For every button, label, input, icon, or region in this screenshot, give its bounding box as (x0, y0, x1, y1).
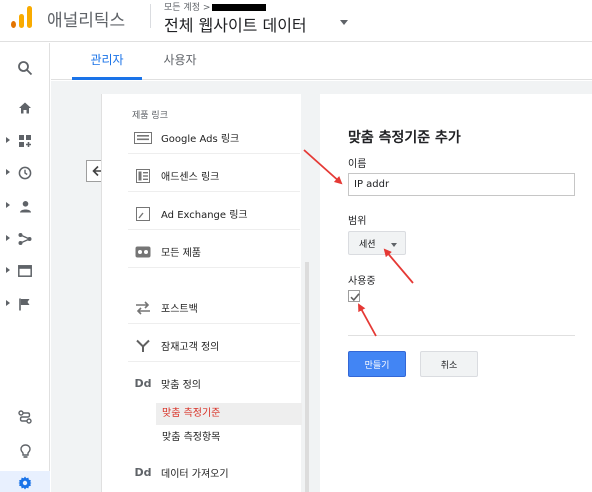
expand-arrow-icon (6, 300, 10, 306)
name-label: 이름 (348, 159, 367, 170)
analytics-logo-icon[interactable] (11, 6, 33, 28)
nav-item-label: 잠재고객 정의 (161, 342, 220, 353)
checkmark-icon (350, 293, 360, 302)
google-ads-icon (133, 129, 153, 147)
realtime-button[interactable] (0, 161, 50, 185)
expand-arrow-icon (6, 235, 10, 241)
view-selector[interactable]: 전체 웹사이트 데이터 (164, 12, 307, 36)
form-divider (348, 335, 575, 336)
dashboard-icon (18, 134, 31, 147)
behavior-icon (18, 265, 32, 277)
section-label-product-links: 제품 링크 (132, 111, 168, 121)
postback-icon (133, 299, 153, 317)
nav-item-google-ads-links[interactable]: Google Ads 링크 (128, 122, 300, 154)
audience-button[interactable] (0, 194, 50, 218)
person-icon (19, 200, 31, 212)
active-label: 사용중 (348, 276, 376, 287)
gear-icon (18, 476, 32, 490)
custom-definitions-icon: Dd (134, 376, 152, 390)
nav-scrollbar[interactable] (305, 262, 309, 492)
form-title: 맞춤 측정기준 추가 (348, 130, 461, 146)
admin-button[interactable] (0, 471, 50, 492)
data-import-icon: Dd (134, 465, 152, 479)
nav-item-label: 맞춤 정의 (161, 379, 201, 391)
nav-item-label: Ad Exchange 링크 (161, 210, 248, 221)
top-header: 애널리틱스 모든 계정 > 전체 웹사이트 데이터 (0, 0, 592, 42)
nav-item-data-import[interactable]: Dd 데이터 가져오기 (128, 456, 300, 488)
cancel-button[interactable]: 취소 (420, 351, 478, 377)
create-button[interactable]: 만들기 (348, 351, 406, 377)
name-input[interactable] (348, 173, 575, 196)
tab-user[interactable]: 사용자 (147, 43, 213, 80)
tab-admin[interactable]: 관리자 (72, 43, 142, 80)
nav-item-all-products[interactable]: 모든 제품 (128, 236, 300, 268)
nav-item-ad-exchange-links[interactable]: Ad Exchange 링크 (128, 198, 300, 230)
view-dropdown-icon[interactable] (340, 20, 348, 25)
active-checkbox[interactable] (348, 290, 360, 302)
nav-item-label: 포스트백 (161, 304, 198, 315)
expand-arrow-icon (6, 267, 10, 273)
app-name: 애널리틱스 (47, 11, 126, 31)
redacted-account-name (212, 4, 267, 11)
home-button[interactable] (0, 96, 50, 120)
nav-item-label: 애드센스 링크 (161, 172, 220, 183)
expand-arrow-icon (6, 137, 10, 143)
ad-exchange-icon (133, 205, 153, 223)
discover-button[interactable] (0, 405, 50, 429)
adsense-icon (133, 167, 153, 185)
acquisition-icon (18, 233, 32, 245)
discover-icon (18, 410, 32, 424)
flag-icon (19, 298, 30, 310)
nav-item-postbacks[interactable]: 포스트백 (128, 292, 300, 324)
lightbulb-icon (19, 443, 31, 458)
nav-item-label: Google Ads 링크 (161, 134, 240, 145)
acquisition-button[interactable] (0, 227, 50, 251)
nav-item-custom-definitions[interactable]: Dd 맞춤 정의 (128, 367, 300, 399)
sub-item-custom-metrics[interactable]: 맞춤 측정항목 (156, 427, 302, 449)
expand-arrow-icon (6, 202, 10, 208)
expand-arrow-icon (6, 169, 10, 175)
scope-label: 범위 (348, 216, 367, 227)
home-icon (19, 102, 31, 114)
search-button[interactable] (0, 56, 50, 80)
conversions-button[interactable] (0, 292, 50, 316)
all-products-icon (133, 243, 153, 261)
scope-dropdown[interactable]: 세션 (348, 231, 406, 255)
chevron-down-icon (391, 243, 397, 247)
nav-item-label: 데이터 가져오기 (161, 468, 229, 480)
admin-tabs: 관리자 사용자 (51, 43, 592, 80)
behavior-button[interactable] (0, 259, 50, 283)
nav-item-label: 모든 제품 (161, 248, 201, 259)
scope-selected-value: 세션 (359, 239, 376, 250)
customization-button[interactable] (0, 129, 50, 153)
sub-item-custom-dimensions[interactable]: 맞춤 측정기준 (156, 403, 302, 425)
insights-button[interactable] (0, 439, 50, 463)
nav-item-audience-definitions[interactable]: 잠재고객 정의 (128, 330, 300, 362)
audience-icon (133, 337, 153, 355)
clock-icon (18, 166, 32, 180)
search-icon (18, 61, 33, 76)
header-divider (150, 4, 151, 28)
nav-item-adsense-links[interactable]: 애드센스 링크 (128, 160, 300, 192)
left-nav-rail (0, 43, 50, 492)
